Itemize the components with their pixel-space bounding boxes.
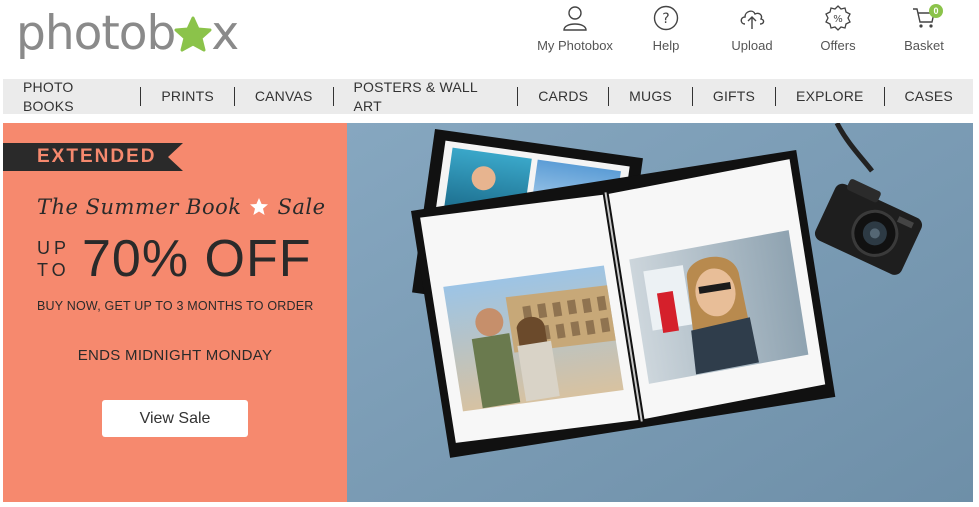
nav-label: Basket	[904, 38, 944, 53]
promo-ends: ENDS MIDNIGHT MONDAY	[77, 347, 273, 364]
promo-panel: EXTENDED The Summer Book Sale UP TO 70% …	[3, 123, 347, 502]
menu-item-cases[interactable]: CASES	[885, 87, 973, 106]
hero-banner[interactable]: EXTENDED The Summer Book Sale UP TO 70% …	[3, 123, 973, 502]
category-menu: PHOTO BOOKS PRINTS CANVAS POSTERS & WALL…	[3, 79, 973, 114]
to-text: TO	[37, 260, 70, 280]
hero-photo-books-image	[347, 123, 973, 502]
nav-label: Help	[652, 38, 680, 53]
offers-link[interactable]: % Offers	[795, 4, 881, 60]
menu-item-prints[interactable]: PRINTS	[141, 87, 234, 106]
site-header: photob x My Photobox ? Help Upload % Off…	[0, 0, 979, 78]
promo-headline: The Summer Book Sale	[37, 195, 326, 219]
promo-subline: BUY NOW, GET UP TO 3 MONTHS TO ORDER	[37, 299, 314, 313]
headline-text: The Summer Book	[37, 195, 242, 219]
menu-item-posters-wall-art[interactable]: POSTERS & WALL ART	[333, 79, 517, 114]
headline-text-sale: Sale	[277, 195, 326, 219]
ribbon-text: EXTENDED	[37, 146, 157, 167]
logo-text-tail: x	[211, 5, 239, 61]
page: photob x My Photobox ? Help Upload % Off…	[0, 0, 979, 507]
user-icon	[561, 4, 589, 32]
logo-text: photob	[16, 5, 176, 61]
view-sale-button[interactable]: View Sale	[102, 400, 248, 437]
menu-item-mugs[interactable]: MUGS	[609, 87, 692, 106]
discount-text: 70% OFF	[82, 230, 312, 288]
photobox-logo[interactable]: photob x	[16, 4, 239, 62]
basket-count-badge: 0	[929, 4, 943, 18]
basket-link[interactable]: 0 Basket	[881, 4, 967, 60]
header-nav: My Photobox ? Help Upload % Offers 0 Bas…	[527, 4, 967, 60]
upload-link[interactable]: Upload	[709, 4, 795, 60]
upload-cloud-icon	[738, 4, 766, 32]
logo-star-icon	[173, 15, 213, 55]
menu-item-explore[interactable]: EXPLORE	[776, 87, 884, 106]
svg-text:?: ?	[662, 11, 669, 27]
extended-ribbon: EXTENDED	[3, 143, 183, 171]
menu-item-canvas[interactable]: CANVAS	[235, 87, 333, 106]
nav-label: My Photobox	[537, 38, 613, 53]
menu-item-cards[interactable]: CARDS	[518, 87, 608, 106]
help-icon: ?	[652, 4, 680, 32]
up-to-label: UP TO	[37, 237, 73, 281]
menu-item-photo-books[interactable]: PHOTO BOOKS	[3, 79, 140, 114]
up-text: UP	[37, 238, 71, 258]
headline-star-icon	[249, 197, 269, 217]
my-photobox-link[interactable]: My Photobox	[527, 4, 623, 60]
help-link[interactable]: ? Help	[623, 4, 709, 60]
svg-text:%: %	[833, 14, 843, 25]
nav-label: Upload	[731, 38, 773, 53]
nav-label: Offers	[820, 38, 856, 53]
menu-item-gifts[interactable]: GIFTS	[693, 87, 775, 106]
offers-badge-icon: %	[824, 4, 852, 32]
photo-book-illustration	[347, 123, 973, 502]
